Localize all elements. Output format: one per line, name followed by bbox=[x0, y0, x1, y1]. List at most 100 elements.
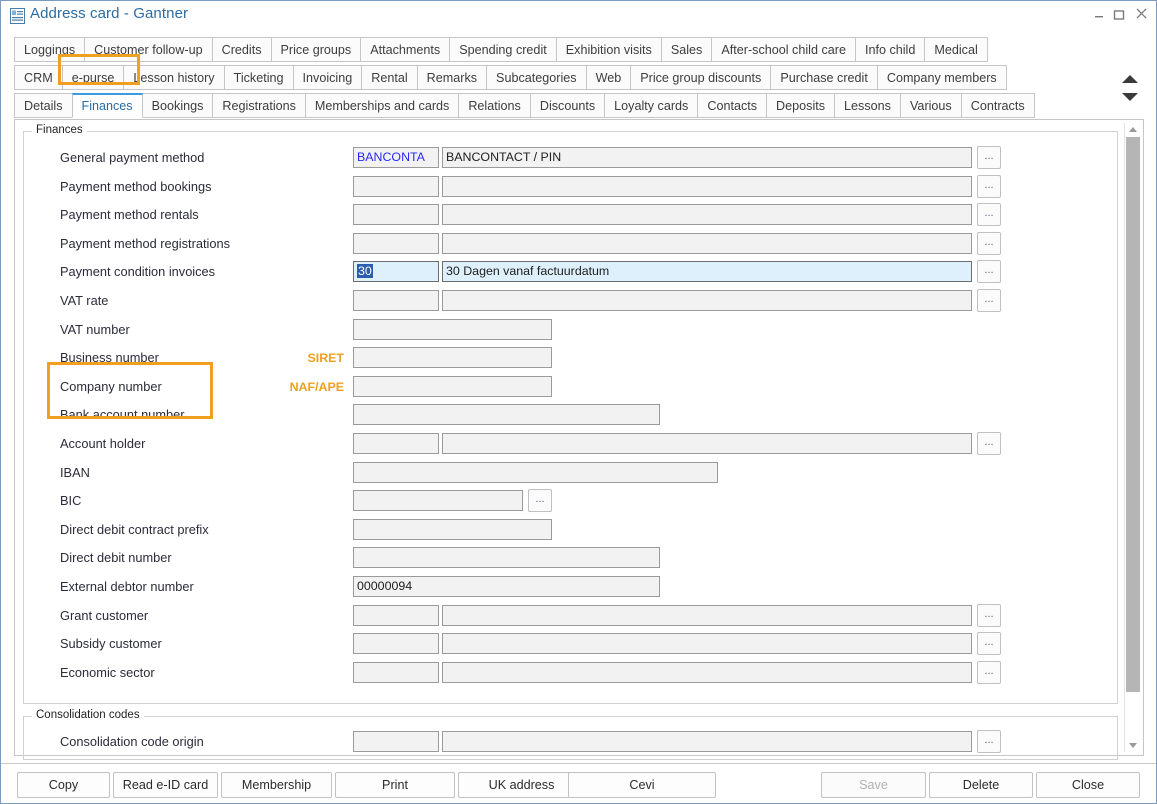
field-description-input[interactable] bbox=[442, 290, 972, 311]
tab-loggings[interactable]: Loggings bbox=[14, 37, 86, 62]
field-lookup-button[interactable]: ... bbox=[977, 203, 1001, 227]
field-description-input[interactable]: 30 Dagen vanaf factuurdatum bbox=[442, 261, 972, 283]
tab-bookings[interactable]: Bookings bbox=[141, 93, 214, 118]
tab-rental[interactable]: Rental bbox=[361, 65, 418, 90]
field-lookup-button[interactable]: ... bbox=[977, 730, 1001, 753]
field-description-input[interactable] bbox=[442, 433, 972, 454]
tab-strip: Loggings Customer follow-up Credits Price g… bbox=[14, 37, 1112, 121]
tab-deposits[interactable]: Deposits bbox=[766, 93, 836, 118]
field-input[interactable] bbox=[353, 347, 552, 369]
cevi-button[interactable]: Cevi bbox=[568, 772, 716, 798]
tab-attachments[interactable]: Attachments bbox=[360, 37, 451, 62]
field-code-input[interactable] bbox=[353, 290, 439, 311]
read-e-id-card-button[interactable]: Read e-ID card bbox=[113, 772, 218, 798]
field-description-input[interactable] bbox=[442, 661, 972, 683]
tab-lessons[interactable]: Lessons bbox=[834, 93, 901, 118]
tab-discounts[interactable]: Discounts bbox=[529, 93, 606, 118]
print-button[interactable]: Print bbox=[335, 772, 455, 798]
close-button[interactable]: Close bbox=[1036, 772, 1140, 798]
field-code-input[interactable] bbox=[353, 661, 439, 683]
tab-customer-follow-up[interactable]: Customer follow-up bbox=[84, 37, 213, 62]
field-description-input[interactable] bbox=[442, 604, 972, 626]
field-input[interactable] bbox=[353, 375, 552, 397]
delete-button[interactable]: Delete bbox=[929, 772, 1033, 798]
field-lookup-button[interactable]: ... bbox=[528, 489, 552, 513]
field-input[interactable] bbox=[353, 547, 660, 569]
field-code-input[interactable]: BANCONTA bbox=[353, 147, 439, 168]
field-code-input[interactable] bbox=[353, 175, 439, 197]
field-input[interactable] bbox=[353, 490, 523, 512]
field-input[interactable] bbox=[353, 461, 718, 483]
tab-scroll-down-icon[interactable] bbox=[1122, 93, 1138, 101]
tab-ticketing[interactable]: Ticketing bbox=[223, 65, 294, 90]
tab-details[interactable]: Details bbox=[14, 93, 73, 118]
tab-memberships-and-cards[interactable]: Memberships and cards bbox=[304, 93, 460, 118]
tab-scroll-up-icon[interactable] bbox=[1122, 75, 1138, 83]
tab-company-members[interactable]: Company members bbox=[876, 65, 1007, 90]
uk-address-button[interactable]: UK address bbox=[458, 772, 585, 798]
tab-contracts[interactable]: Contracts bbox=[960, 93, 1035, 118]
field-input[interactable] bbox=[353, 404, 660, 426]
field-lookup-button[interactable]: ... bbox=[977, 260, 1001, 284]
copy-button[interactable]: Copy bbox=[17, 772, 110, 798]
form-row: Grant customer... bbox=[24, 603, 1114, 628]
field-code-input[interactable]: 30 bbox=[353, 261, 439, 283]
field-code-input[interactable] bbox=[353, 433, 439, 454]
membership-button[interactable]: Membership bbox=[221, 772, 332, 798]
close-window-button[interactable] bbox=[1131, 7, 1151, 25]
field-description-input[interactable] bbox=[442, 633, 972, 655]
field-code-input[interactable] bbox=[353, 731, 439, 752]
tab-credits[interactable]: Credits bbox=[211, 37, 272, 62]
field-input[interactable] bbox=[353, 518, 552, 540]
field-input[interactable]: 00000094 bbox=[353, 576, 660, 597]
minimize-button[interactable] bbox=[1089, 7, 1109, 25]
tab-finances[interactable]: Finances bbox=[71, 93, 143, 118]
tab-e-purse[interactable]: e-purse bbox=[61, 65, 125, 90]
field-lookup-button[interactable]: ... bbox=[977, 632, 1001, 656]
form-row: Payment method bookings... bbox=[24, 174, 1114, 199]
field-code-input[interactable] bbox=[353, 604, 439, 626]
field-description-input[interactable] bbox=[442, 232, 972, 254]
tab-price-group-discounts[interactable]: Price group discounts bbox=[630, 65, 772, 90]
field-description-input[interactable] bbox=[442, 204, 972, 226]
field-code-input[interactable] bbox=[353, 232, 439, 254]
field-lookup-button[interactable]: ... bbox=[977, 289, 1001, 312]
tab-invoicing[interactable]: Invoicing bbox=[292, 65, 363, 90]
tab-relations[interactable]: Relations bbox=[458, 93, 531, 118]
tab-medical[interactable]: Medical bbox=[924, 37, 988, 62]
field-lookup-button[interactable]: ... bbox=[977, 432, 1001, 455]
field-lookup-button[interactable]: ... bbox=[977, 231, 1001, 255]
tab-info-child[interactable]: Info child bbox=[854, 37, 926, 62]
field-description-input[interactable]: BANCONTACT / PIN bbox=[442, 147, 972, 168]
tab-spending-credit[interactable]: Spending credit bbox=[449, 37, 557, 62]
tab-exhibition-visits[interactable]: Exhibition visits bbox=[555, 37, 662, 62]
tab-contacts[interactable]: Contacts bbox=[697, 93, 768, 118]
scroll-up-icon[interactable] bbox=[1129, 127, 1137, 132]
tab-web[interactable]: Web bbox=[585, 65, 632, 90]
scroll-down-icon[interactable] bbox=[1129, 743, 1137, 748]
maximize-button[interactable] bbox=[1109, 7, 1129, 25]
tab-remarks[interactable]: Remarks bbox=[416, 65, 488, 90]
tab-crm[interactable]: CRM bbox=[14, 65, 63, 90]
tab-subcategories[interactable]: Subcategories bbox=[486, 65, 587, 90]
field-lookup-button[interactable]: ... bbox=[977, 146, 1001, 169]
form-row: Economic sector... bbox=[24, 660, 1114, 685]
field-code-input[interactable] bbox=[353, 204, 439, 226]
field-input[interactable] bbox=[353, 318, 552, 340]
tab-registrations[interactable]: Registrations bbox=[212, 93, 306, 118]
tab-purchase-credit[interactable]: Purchase credit bbox=[770, 65, 878, 90]
vertical-scrollbar[interactable] bbox=[1124, 123, 1140, 752]
field-lookup-button[interactable]: ... bbox=[977, 603, 1001, 627]
field-description-input[interactable] bbox=[442, 175, 972, 197]
tab-price-groups[interactable]: Price groups bbox=[270, 37, 362, 62]
tab-after-school-child-care[interactable]: After-school child care bbox=[711, 37, 856, 62]
field-lookup-button[interactable]: ... bbox=[977, 174, 1001, 198]
scrollbar-thumb[interactable] bbox=[1126, 137, 1140, 692]
tab-various[interactable]: Various bbox=[899, 93, 962, 118]
tab-lesson-history[interactable]: Lesson history bbox=[123, 65, 225, 90]
field-lookup-button[interactable]: ... bbox=[977, 660, 1001, 684]
tab-loyalty-cards[interactable]: Loyalty cards bbox=[604, 93, 699, 118]
field-description-input[interactable] bbox=[442, 731, 972, 752]
field-code-input[interactable] bbox=[353, 633, 439, 655]
tab-sales[interactable]: Sales bbox=[660, 37, 713, 62]
